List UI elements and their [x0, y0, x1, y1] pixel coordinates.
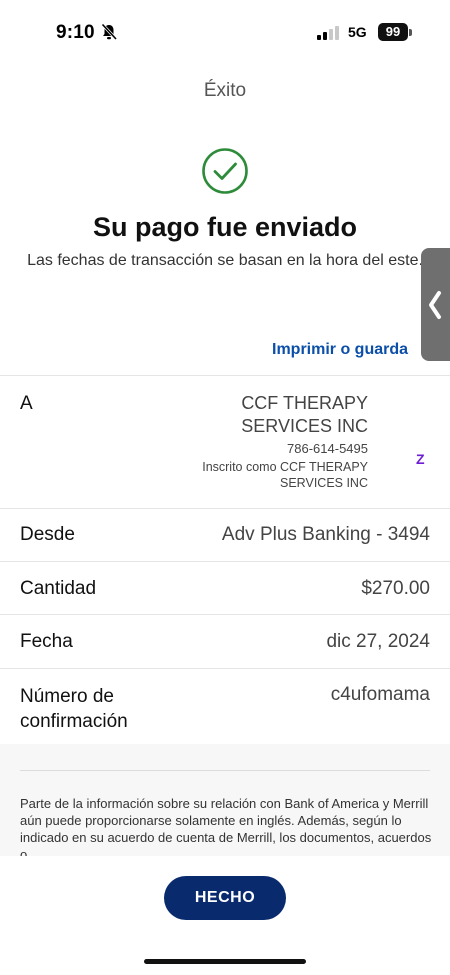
payee-phone: 786-614-5495: [287, 441, 368, 456]
battery-indicator: 99: [378, 23, 408, 41]
check-circle-icon: [202, 148, 248, 194]
divider: [0, 614, 450, 615]
bell-slash-icon: [101, 23, 118, 41]
cellular-signal-icon: [317, 26, 339, 40]
success-headline: Su pago fue enviado: [92, 212, 358, 242]
payee-enrolled-name: Inscrito como CCF THERAPY SERVICES INC: [202, 460, 368, 490]
divider: [20, 770, 430, 771]
amount-value: $270.00: [361, 578, 430, 599]
divider: [0, 375, 450, 376]
from-account-value: Adv Plus Banking - 3494: [221, 524, 430, 545]
battery-nub: [409, 29, 412, 36]
timezone-note: Las fechas de transacción se basan en la…: [27, 252, 423, 269]
page-title: Éxito: [203, 80, 247, 101]
done-button[interactable]: HECHO: [164, 876, 286, 920]
payment-confirmation-screen: 9:10 5G 99 Éxito Su pago fue enviado Las…: [0, 0, 450, 975]
status-time: 9:10: [56, 22, 95, 43]
network-label: 5G: [348, 24, 367, 40]
home-indicator[interactable]: [144, 959, 306, 964]
chevron-left-icon: [429, 291, 441, 319]
date-label: Fecha: [20, 631, 73, 652]
zelle-icon: Z: [416, 451, 425, 467]
confirmation-label: Número de confirmación: [20, 686, 128, 732]
divider: [0, 508, 450, 509]
date-value: dic 27, 2024: [326, 631, 430, 652]
status-bar: 9:10 5G 99: [0, 0, 450, 62]
payee-label: A: [20, 393, 33, 414]
divider: [0, 668, 450, 669]
amount-label: Cantidad: [20, 578, 97, 599]
confirmation-number: c4ufomama: [330, 684, 430, 705]
disclaimer-text: Parte de la información sobre su relació…: [20, 796, 432, 857]
side-panel-tab[interactable]: [421, 248, 450, 361]
divider: [0, 561, 450, 562]
from-label: Desde: [20, 524, 75, 545]
print-or-save-link[interactable]: Imprimir o guarda: [272, 341, 408, 359]
payee-name: CCF THERAPY SERVICES INC: [241, 393, 368, 436]
